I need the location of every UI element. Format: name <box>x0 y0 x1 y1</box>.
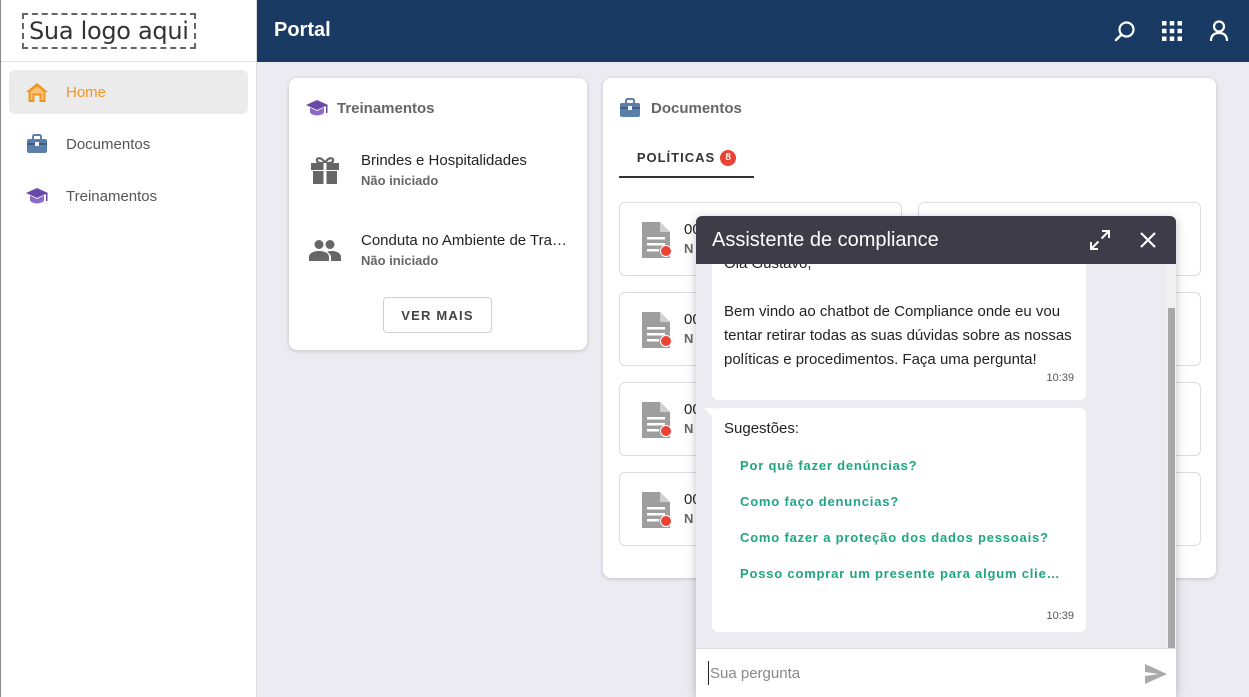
training-name: Brindes e Hospitalidades <box>361 152 527 169</box>
suggestion-link[interactable]: Como faço denuncias? <box>740 494 899 509</box>
sidebar-item-label: Documentos <box>66 135 151 153</box>
chat-widget: Olá Gustavo, Bem vindo ao chatbot de Com… <box>696 216 1176 697</box>
list-item[interactable]: Conduta no Ambiente de Trabalho Não inic… <box>307 225 572 275</box>
sidebar-item-home[interactable]: Home <box>9 70 248 114</box>
training-text: Brindes e Hospitalidades Não iniciado <box>361 152 527 188</box>
graduation-cap-icon <box>25 184 49 208</box>
message-time: 10:39 <box>1046 372 1074 384</box>
apps-grid-icon[interactable] <box>1160 19 1184 43</box>
count-badge: 8 <box>720 149 737 166</box>
document-status: N <box>684 241 694 256</box>
chat-scrollbar[interactable] <box>1167 264 1176 648</box>
logo[interactable]: Sua logo aqui <box>22 12 196 49</box>
card-title: Documentos <box>651 99 742 117</box>
suggestions-label: Sugestões: <box>724 420 800 437</box>
unread-dot <box>660 515 672 527</box>
document-status: N <box>684 511 694 526</box>
sidebar-item-label: Treinamentos <box>66 187 158 205</box>
sidebar-nav: Home Documentos Treinamentos <box>1 62 256 234</box>
expand-icon[interactable] <box>1088 228 1112 252</box>
home-icon <box>25 80 49 104</box>
documentos-header: Documentos <box>619 98 742 118</box>
page-title: Portal <box>274 19 331 41</box>
chat-title: Assistente de compliance <box>712 229 939 251</box>
treinamentos-header: Treinamentos <box>305 98 435 118</box>
training-text: Conduta no Ambiente de Trabalho Não inic… <box>361 232 567 268</box>
tab-politicas[interactable]: POLÍTICAS 8 <box>619 139 754 178</box>
training-status: Não iniciado <box>361 173 439 188</box>
training-name: Conduta no Ambiente de Trabalho <box>361 232 567 249</box>
chat-welcome-text: Bem vindo ao chatbot de Compliance onde … <box>724 303 1072 368</box>
unread-dot <box>660 335 672 347</box>
chat-input-bar <box>696 648 1176 697</box>
document-status: N <box>684 421 694 436</box>
training-status: Não iniciado <box>361 253 439 268</box>
user-icon[interactable] <box>1207 19 1231 43</box>
topbar: Portal <box>257 0 1249 62</box>
suggestion-link[interactable]: Como fazer a proteção dos dados pessoais… <box>740 530 1049 545</box>
chat-message: Olá Gustavo, Bem vindo ao chatbot de Com… <box>712 264 1086 400</box>
suggestion-link[interactable]: Por quê fazer denúncias? <box>740 458 917 473</box>
close-icon[interactable] <box>1136 228 1160 252</box>
ver-mais-button[interactable]: VER MAIS <box>383 297 492 333</box>
gift-icon <box>307 152 343 188</box>
tab-label: POLÍTICAS <box>636 150 716 165</box>
search-icon[interactable] <box>1113 19 1137 43</box>
sidebar-item-documentos[interactable]: Documentos <box>9 122 248 166</box>
document-status: N <box>684 331 694 346</box>
chat-greeting: Olá Gustavo, <box>724 264 1074 276</box>
message-time: 10:39 <box>1046 610 1074 622</box>
people-icon <box>307 232 343 268</box>
chat-messages[interactable]: Olá Gustavo, Bem vindo ao chatbot de Com… <box>696 264 1176 648</box>
send-icon[interactable] <box>1144 663 1168 685</box>
logo-area: Sua logo aqui <box>1 0 256 62</box>
sidebar-item-label: Home <box>66 83 107 101</box>
chat-input[interactable] <box>708 661 1128 685</box>
graduation-cap-icon <box>305 98 329 118</box>
suggestion-link[interactable]: Posso comprar um presente para algum cli… <box>740 566 1060 581</box>
briefcase-icon <box>25 132 49 156</box>
sidebar: Sua logo aqui Home Documentos Treinament… <box>0 0 257 697</box>
card-title: Treinamentos <box>337 99 435 117</box>
scrollbar-thumb[interactable] <box>1168 308 1175 648</box>
list-item[interactable]: Brindes e Hospitalidades Não iniciado <box>307 145 572 195</box>
unread-dot <box>660 425 672 437</box>
chat-header: Assistente de compliance <box>696 216 1176 264</box>
chat-message-suggestions: Sugestões: Por quê fazer denúncias? Como… <box>704 408 1086 632</box>
unread-dot <box>660 245 672 257</box>
treinamentos-card: Treinamentos Brindes e Hospitalidades Nã… <box>289 78 587 350</box>
sidebar-item-treinamentos[interactable]: Treinamentos <box>9 174 248 218</box>
briefcase-icon <box>619 98 643 118</box>
